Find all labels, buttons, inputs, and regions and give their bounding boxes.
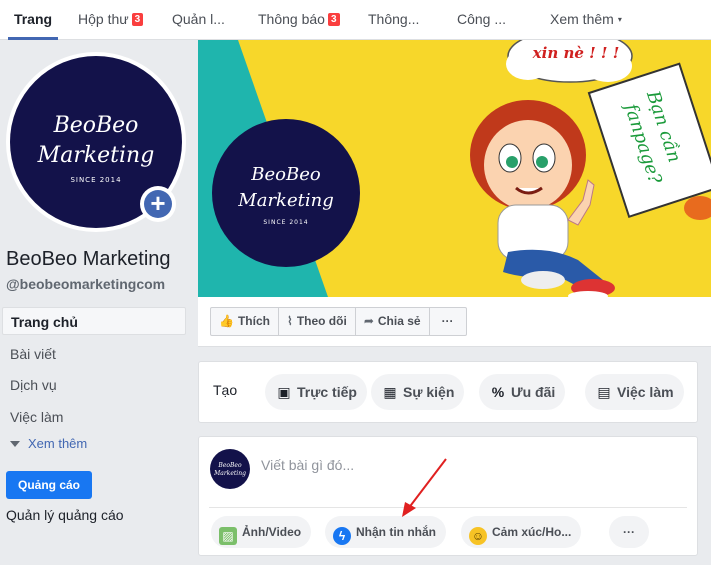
get-messages-label: Nhận tin nhắn (356, 525, 436, 539)
arrow-head (402, 502, 416, 517)
composer-more-button[interactable]: ··· (609, 516, 649, 548)
tab-label: Thông... (368, 11, 420, 27)
cover-logo-line1: BeoBeo (250, 164, 321, 185)
page-name: BeoBeo Marketing (6, 248, 171, 270)
chevron-down-icon: ▾ (617, 15, 622, 24)
composer-avatar: BeoBeo Marketing (210, 449, 250, 489)
cover-logo-line2: Marketing (237, 190, 333, 211)
speech-cloud: xin nè ! ! ! (506, 40, 633, 83)
sidebar-item-jobs[interactable]: Việc làm (2, 403, 186, 431)
briefcase-icon: ▤ (597, 384, 611, 400)
unread-badge: 3 (131, 13, 144, 26)
page-tabs-bar: Trang Hộp thư 3 Quản l... Thông báo 3 Thôn… (0, 0, 711, 40)
see-more-label: Xem thêm (28, 436, 88, 451)
mini-logo-artwork: BeoBeo Marketing (213, 462, 246, 477)
arrow-shaft (407, 458, 447, 510)
tab-label: Quản l... (172, 11, 225, 27)
page-actions-group: 👍 Thích ⌇ Theo dõi ➦ Chia sẻ ··· (210, 307, 467, 336)
follow-button[interactable]: ⌇ Theo dõi (279, 308, 356, 335)
create-label: Tạo (213, 382, 238, 398)
sidebar-item-home[interactable]: Trang chủ (2, 307, 186, 335)
composer-input[interactable]: Viết bài gì đó... (261, 457, 354, 473)
tab-label: Thông báo (258, 11, 325, 27)
logo-line2: Marketing (37, 143, 155, 168)
like-button[interactable]: 👍 Thích (211, 308, 279, 335)
more-actions-button[interactable]: ··· (430, 308, 466, 335)
photo-video-button[interactable]: ▨ Ảnh/Video (211, 516, 312, 548)
create-event-label: Sự kiện (403, 384, 455, 400)
tab-label: Công ... (457, 11, 507, 27)
tab-label: Hộp thư (78, 11, 129, 27)
photo-icon: ▨ (219, 527, 237, 545)
more-dots-icon: ··· (623, 525, 635, 539)
create-offer-label: Ưu đãi (511, 384, 556, 400)
plus-icon: + (144, 190, 172, 218)
cover-logo-since: SINCE 2014 (263, 219, 308, 226)
smiley-icon: ☺ (469, 527, 487, 545)
tab-thong-bao[interactable]: Thông báo 3 (258, 0, 340, 40)
cover-artwork: BeoBeo Marketing SINCE 2014 xin nè ! ! !… (198, 40, 711, 297)
sidebar-see-more[interactable]: Xem thêm (10, 436, 87, 451)
create-job-label: Việc làm (617, 384, 674, 400)
sidebar-item-services[interactable]: Dịch vụ (2, 371, 186, 399)
share-button[interactable]: ➦ Chia sẻ (356, 308, 430, 335)
speech-text: xin nè ! ! ! (532, 44, 620, 62)
photo-video-label: Ảnh/Video (242, 525, 302, 539)
feeling-activity-label: Cảm xúc/Ho... (492, 525, 572, 539)
feeling-activity-button[interactable]: ☺ Cảm xúc/Ho... (461, 516, 582, 548)
add-profile-photo-button[interactable]: + (140, 186, 176, 222)
tab-thong-tin[interactable]: Thông... (368, 0, 419, 40)
logo-since: SINCE 2014 (70, 176, 121, 184)
thumbs-up-icon: 👍 (219, 314, 234, 328)
tab-cong-cu[interactable]: Công ... (457, 0, 506, 40)
percent-tag-icon: % (491, 384, 505, 400)
mini-logo-line1: BeoBeo (217, 462, 242, 469)
tab-trang[interactable]: Trang (8, 0, 58, 40)
logo-line1: BeoBeo (53, 113, 139, 138)
promote-button[interactable]: Quảng cáo (6, 471, 92, 499)
sign-board: Bạn cần fanpage? (587, 62, 711, 218)
page-actions-bar: 👍 Thích ⌇ Theo dõi ➦ Chia sẻ ··· (198, 297, 711, 347)
mini-logo-line2: Marketing (213, 470, 246, 477)
sidebar-item-posts[interactable]: Bài viết (2, 340, 186, 368)
create-card: Tạo ▣ Trực tiếp ▦ Sự kiện % Ưu đãi ▤ Việc là… (198, 361, 698, 423)
manage-ads-link[interactable]: Quản lý quảng cáo (6, 507, 124, 523)
page-username[interactable]: @beobeomarketingcom (6, 276, 165, 292)
create-live-label: Trực tiếp (297, 384, 357, 400)
share-label: Chia sẻ (377, 314, 421, 328)
follow-label: Theo dõi (296, 314, 347, 328)
share-arrow-icon: ➦ (363, 314, 374, 328)
tab-hop-thu[interactable]: Hộp thư 3 (78, 0, 144, 40)
more-dots-icon: ··· (441, 314, 454, 328)
create-event-button[interactable]: ▦ Sự kiện (371, 374, 465, 410)
get-messages-button[interactable]: ϟ Nhận tin nhắn (325, 516, 446, 548)
create-job-button[interactable]: ▤ Việc làm (585, 374, 684, 410)
calendar-icon: ▦ (383, 384, 397, 400)
notification-badge: 3 (327, 13, 340, 26)
tab-xem-them[interactable]: Xem thêm ▾ (550, 0, 622, 40)
create-live-button[interactable]: ▣ Trực tiếp (265, 374, 367, 410)
tab-label: Trang (13, 11, 53, 27)
create-offer-button[interactable]: % Ưu đãi (479, 374, 566, 410)
rss-icon: ⌇ (286, 314, 293, 328)
tab-label: Xem thêm (550, 11, 614, 27)
caret-down-icon (10, 441, 20, 447)
messenger-icon: ϟ (333, 527, 351, 545)
red-arrow-annotation (402, 458, 447, 517)
cover-photo[interactable]: BeoBeo Marketing SINCE 2014 xin nè ! ! !… (198, 40, 711, 297)
live-video-icon: ▣ (277, 384, 291, 400)
like-label: Thích (237, 314, 270, 328)
tab-quan-ly[interactable]: Quản l... (172, 0, 225, 40)
